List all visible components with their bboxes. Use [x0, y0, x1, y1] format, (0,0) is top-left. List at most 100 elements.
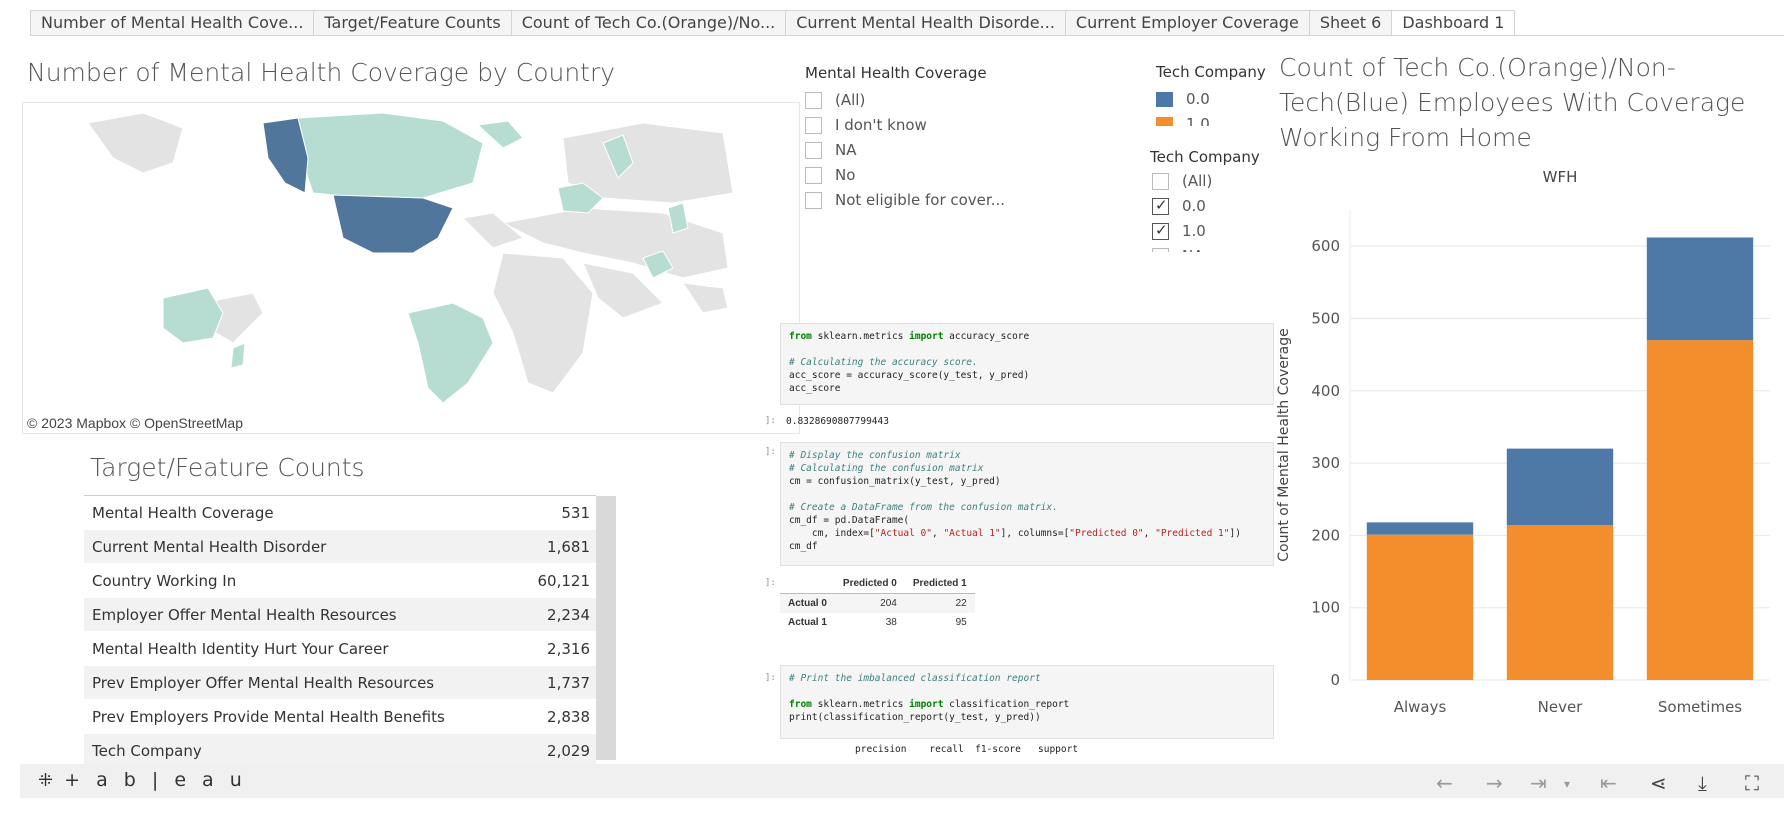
feature-count: 2,029 — [547, 741, 590, 760]
tab-6[interactable]: Sheet 6 — [1308, 10, 1392, 36]
coverage-filter-label: NA — [835, 141, 857, 159]
tab-2[interactable]: Target/Feature Counts — [313, 10, 511, 36]
bar-always-series-1 — [1366, 522, 1474, 535]
coverage-filter-option[interactable]: Not eligible for cover... — [805, 191, 1005, 209]
table-title: Target/Feature Counts — [90, 453, 365, 482]
checkbox[interactable] — [1152, 196, 1169, 215]
revert-icon[interactable]: ⇥ — [1530, 771, 1547, 795]
fullscreen-icon[interactable]: ⛶ — [1745, 771, 1759, 795]
checkbox[interactable] — [1152, 221, 1169, 240]
tech-filter-option[interactable]: 1.0 — [1152, 221, 1206, 240]
feature-name: Mental Health Coverage — [92, 503, 274, 522]
feature-counts-table: Mental Health Coverage 531 Current Mental … — [84, 496, 596, 768]
x-tick-label: Never — [1538, 698, 1584, 716]
map-attribution[interactable]: © 2023 Mapbox © OpenStreetMap — [27, 415, 243, 431]
sheet-tabs: Number of Mental Health Cove... Target/Fe… — [30, 10, 1516, 36]
feature-count: 2,316 — [547, 639, 590, 658]
table-row[interactable]: Tech Company 2,029 — [84, 734, 596, 768]
bar-sometimes-series-0 — [1646, 340, 1754, 680]
reset-icon[interactable]: ⇤ — [1600, 771, 1617, 795]
cell-prompt: ]: — [765, 578, 776, 588]
y-tick-label: 0 — [1330, 671, 1340, 689]
checkbox[interactable] — [1152, 247, 1169, 252]
checkbox[interactable] — [805, 116, 822, 134]
tableau-logo-text: + a b | e a u — [64, 769, 247, 791]
y-tick-label: 200 — [1311, 526, 1340, 544]
df-header: Predicted 1 — [904, 574, 975, 594]
df-header: Predicted 0 — [834, 574, 905, 594]
cell-prompt: ]: — [765, 416, 776, 426]
bar-sometimes-series-1 — [1646, 237, 1754, 341]
cell-prompt: ]: — [765, 447, 776, 457]
table-row[interactable]: Prev Employer Offer Mental Health Resour… — [84, 666, 596, 700]
df-cell: 22 — [904, 593, 975, 613]
tech-filter-label: 1.0 — [1182, 222, 1206, 240]
table-row[interactable]: Current Mental Health Disorder 1,681 — [84, 530, 596, 564]
share-icon[interactable]: ⋖ — [1650, 771, 1667, 795]
tab-5[interactable]: Current Employer Coverage — [1064, 10, 1309, 36]
coverage-filter-option[interactable]: (All) — [805, 91, 865, 109]
tab-7[interactable]: Dashboard 1 — [1391, 10, 1516, 36]
bar-never-series-1 — [1506, 448, 1614, 526]
map-country-new-zealand — [230, 342, 246, 369]
y-tick-label: 400 — [1311, 382, 1340, 400]
tab-1[interactable]: Number of Mental Health Cove... — [30, 10, 314, 36]
map-country-usa — [332, 194, 454, 254]
bar-always-series-0 — [1366, 534, 1474, 680]
checkbox[interactable] — [1152, 172, 1169, 190]
tech-legend-title: Tech Company — [1156, 63, 1266, 81]
feature-count: 2,838 — [547, 707, 590, 726]
coverage-filter-option[interactable]: NA — [805, 141, 856, 159]
y-tick-label: 500 — [1311, 309, 1340, 327]
checkbox[interactable] — [805, 91, 822, 109]
coverage-filter-option[interactable]: No — [805, 166, 855, 184]
coverage-filter-label: No — [835, 166, 856, 184]
checkbox[interactable] — [805, 191, 822, 209]
chart-title: Count of Tech Co.(Orange)/Non-Tech(Blue)… — [1279, 53, 1746, 152]
y-axis-label: Count of Mental Health Coverage — [1276, 328, 1292, 561]
table-row[interactable]: Employer Offer Mental Health Resources 2,… — [84, 598, 596, 632]
coverage-filter-label: Not eligible for cover... — [835, 191, 1006, 209]
feature-name: Country Working In — [92, 571, 237, 590]
tableau-logo-icon: ⁜ — [38, 770, 54, 791]
map-country-alaska — [262, 117, 309, 194]
download-icon[interactable]: ⤓ — [1698, 771, 1707, 795]
table-scrollbar[interactable] — [596, 496, 616, 760]
df-row-label: Actual 0 — [780, 593, 835, 613]
legend-item[interactable]: 1.0 — [1156, 115, 1210, 126]
tableau-logo[interactable]: ⁜ + a b | e a u — [38, 769, 247, 791]
tech-filter-option[interactable]: (All) — [1152, 172, 1212, 190]
map-country-australia — [162, 287, 224, 344]
legend-label: 1.0 — [1186, 115, 1210, 126]
legend-swatch — [1156, 116, 1173, 126]
tab-3[interactable]: Count of Tech Co.(Orange)/No... — [510, 10, 786, 36]
tech-filter-option[interactable]: 0.0 — [1152, 196, 1206, 215]
df-cell: 95 — [955, 617, 967, 628]
x-tick-label: Sometimes — [1658, 698, 1742, 716]
redo-icon[interactable]: → — [1486, 771, 1503, 795]
map-canvas[interactable] — [23, 103, 800, 434]
coverage-filter-option[interactable]: I don't know — [805, 116, 927, 134]
tab-4[interactable]: Current Mental Health Disorde... — [785, 10, 1065, 36]
checkbox[interactable] — [805, 141, 822, 159]
wfh-bar-chart[interactable]: WFH Count of Mental Health Coverage 0 100 20… — [1270, 168, 1780, 748]
feature-count: 1,737 — [547, 673, 590, 692]
table-row[interactable]: Mental Health Coverage 531 — [84, 496, 596, 530]
legend-item[interactable]: 0.0 — [1156, 90, 1210, 108]
table-row[interactable]: Prev Employers Provide Mental Health Ben… — [84, 700, 596, 734]
tech-filter-label: 0.0 — [1182, 197, 1206, 215]
tech-filter-label: NA — [1182, 247, 1203, 252]
world-map[interactable]: © 2023 Mapbox © OpenStreetMap — [22, 102, 800, 434]
checkbox[interactable] — [805, 166, 822, 184]
chevron-down-icon[interactable]: ▾ — [1564, 777, 1570, 791]
bottom-toolbar: ⁜ + a b | e a u ← → ⇥ ▾ ⇤ ⋖ ⤓ ⛶ — [20, 764, 1784, 798]
df-row-label: Actual 1 — [788, 617, 827, 628]
y-tick-label: 600 — [1311, 237, 1340, 255]
table-row[interactable]: Country Working In 60,121 — [84, 564, 596, 598]
table-row[interactable]: Mental Health Identity Hurt Your Career 2… — [84, 632, 596, 666]
undo-icon[interactable]: ← — [1436, 771, 1453, 795]
coverage-filter-title: Mental Health Coverage — [805, 64, 987, 82]
feature-count: 60,121 — [537, 571, 591, 590]
tech-filter-option[interactable]: NA — [1152, 247, 1203, 252]
map-land — [87, 112, 184, 174]
